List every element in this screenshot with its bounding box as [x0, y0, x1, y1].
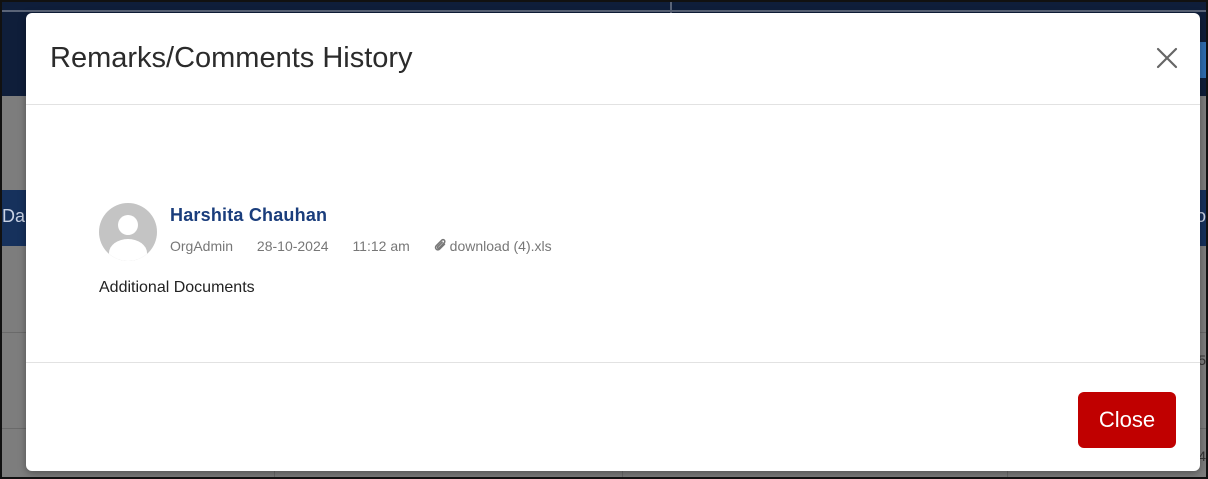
- comment-time: 11:12 am: [352, 238, 410, 254]
- remarks-history-modal: Remarks/Comments History Harshita Chauha…: [26, 13, 1200, 471]
- comment-author: Harshita Chauhan: [170, 205, 328, 225]
- comment-text: Additional Documents: [99, 279, 255, 296]
- comment-date: 28-10-2024: [256, 238, 329, 254]
- modal-footer: Close: [26, 363, 1200, 471]
- comment-meta: OrgAdmin 28-10-2024 11:12 am download (4…: [170, 238, 592, 254]
- background-top-bar-line: [2, 10, 1206, 12]
- avatar-icon: [99, 203, 157, 261]
- paperclip-icon: [434, 238, 446, 251]
- comment-role: OrgAdmin: [170, 238, 234, 254]
- modal-body: Harshita Chauhan OrgAdmin 28-10-2024 11:…: [26, 105, 1200, 363]
- close-button[interactable]: Close: [1078, 392, 1176, 448]
- modal-title: Remarks/Comments History: [50, 42, 413, 74]
- modal-header: Remarks/Comments History: [26, 13, 1200, 105]
- attachment-link[interactable]: download (4).xls: [434, 238, 572, 254]
- background-header-fragment-left: Da: [2, 206, 26, 226]
- attachment-filename[interactable]: download (4).xls: [450, 238, 552, 254]
- close-icon[interactable]: [1154, 45, 1180, 71]
- screen: Da o 5 4 Remarks/Comments History Harshi…: [0, 0, 1208, 479]
